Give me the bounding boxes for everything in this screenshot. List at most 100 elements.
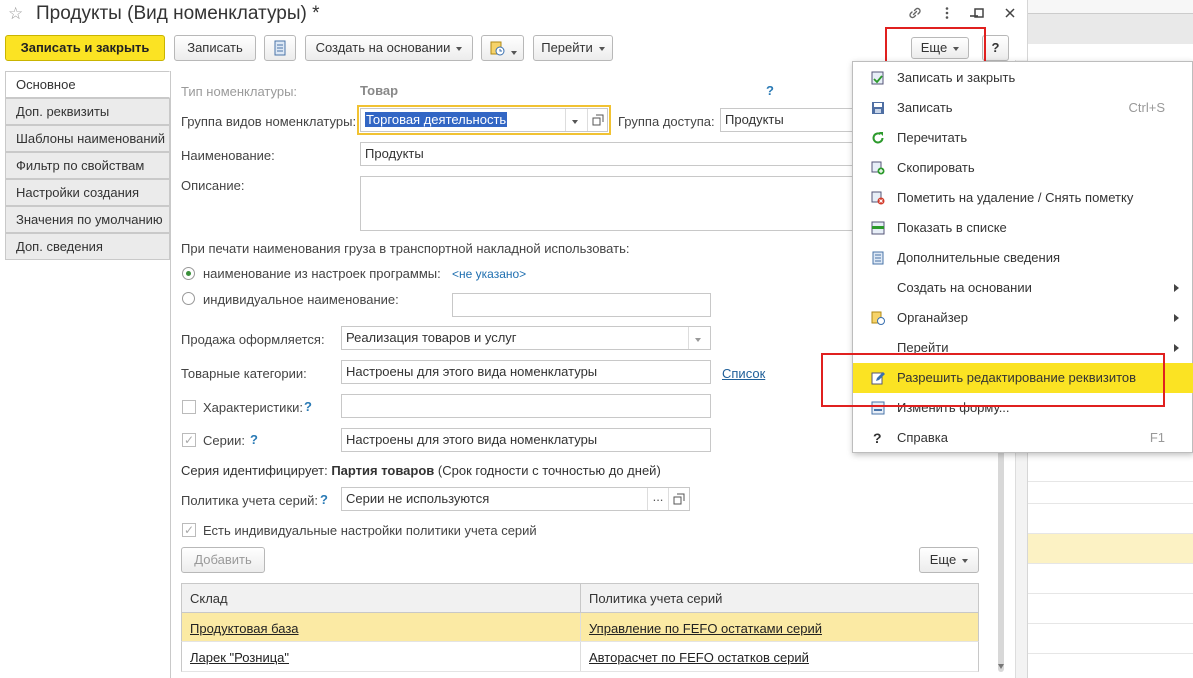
create-based-on-button[interactable]: Создать на основании (305, 35, 473, 61)
menu-item-mark-delete[interactable]: Пометить на удаление / Снять пометку (853, 183, 1193, 213)
help-button[interactable]: ? (982, 35, 1009, 61)
nav-item-additional-attributes[interactable]: Доп. реквизиты (5, 98, 170, 125)
sale-dropdown-button[interactable] (688, 327, 710, 349)
column-header-warehouse[interactable]: Склад (190, 591, 228, 606)
show-in-list-icon (871, 221, 885, 235)
radio-individual-name[interactable] (182, 292, 195, 305)
series-identifies-suffix: (Срок годности с точностью до дней) (437, 463, 661, 478)
delete-mark-icon (871, 191, 885, 205)
menu-item-show-in-list[interactable]: Показать в списке (853, 213, 1193, 243)
chevron-down-icon (510, 50, 517, 55)
description-field[interactable] (360, 176, 860, 231)
save-and-close-button[interactable]: Записать и закрыть (5, 35, 165, 61)
sale-field[interactable]: Реализация товаров и услуг (341, 326, 711, 350)
policy-select-button[interactable]: ... (647, 488, 668, 510)
menu-item-label: Справка (897, 430, 948, 445)
menu-item-label: Скопировать (897, 160, 975, 175)
table-row[interactable]: Ларек "Розница" Авторасчет по FEFO остат… (181, 642, 979, 672)
individual-settings-label: Есть индивидуальные настройки политики у… (203, 523, 537, 538)
individual-name-field[interactable] (452, 293, 711, 317)
menu-item-label: Записать (897, 100, 953, 115)
background-row (1028, 534, 1193, 564)
column-header-policy[interactable]: Политика учета серий (589, 591, 722, 606)
link-icon[interactable] (903, 2, 927, 24)
table-row[interactable]: Продуктовая база Управление по FEFO оста… (181, 613, 979, 642)
menu-item-organizer[interactable]: Органайзер (853, 303, 1193, 333)
highlight-box-allow-edit (821, 353, 1165, 407)
nav-item-name-templates[interactable]: Шаблоны наименований (5, 125, 170, 152)
create-based-on-label: Создать на основании (315, 40, 451, 55)
nav-item-additional-info[interactable]: Доп. сведения (5, 233, 170, 260)
menu-item-label: Органайзер (897, 310, 968, 325)
close-icon[interactable] (998, 2, 1022, 24)
categories-list-link[interactable]: Список (722, 366, 765, 381)
table-more-label: Еще (929, 552, 957, 567)
table-header: Склад Политика учета серий (181, 583, 979, 613)
table-cell-warehouse[interactable]: Продуктовая база (190, 621, 299, 636)
chevron-down-icon (572, 120, 578, 125)
table-cell-policy[interactable]: Управление по FEFO остатками серий (589, 621, 822, 636)
document-list-icon (274, 40, 286, 56)
chevron-down-icon (962, 558, 969, 563)
nav-item-main[interactable]: Основное (5, 71, 170, 98)
policy-open-button[interactable] (668, 488, 689, 510)
table-cell-warehouse[interactable]: Ларек "Розница" (190, 650, 289, 665)
categories-field: Настроены для этого вида номенклатуры (341, 360, 711, 384)
background-row (1028, 624, 1193, 654)
menu-item-copy[interactable]: Скопировать (853, 153, 1193, 183)
menu-item-shortcut: Ctrl+S (1128, 100, 1165, 115)
name-field[interactable]: Продукты (360, 142, 860, 166)
individual-settings-checkbox[interactable]: ✓ (182, 523, 196, 537)
chevron-right-icon (1174, 314, 1179, 322)
save-close-icon (871, 71, 884, 85)
menu-item-create-based-on[interactable]: Создать на основании (853, 273, 1193, 303)
series-help-icon[interactable]: ? (250, 432, 258, 447)
help-icon: ? (873, 430, 882, 446)
nav-item-creation-settings[interactable]: Настройки создания (5, 179, 170, 206)
table-cell-policy[interactable]: Авторасчет по FEFO остатков серий (589, 650, 809, 665)
policy-field[interactable]: Серии не используются (341, 487, 690, 511)
access-field[interactable]: Продукты (720, 108, 860, 132)
nav-item-property-filter[interactable]: Фильтр по свойствам (5, 152, 170, 179)
table-more-button[interactable]: Еще (919, 547, 979, 573)
menu-item-save-close[interactable]: Записать и закрыть (853, 63, 1193, 93)
series-identifies: Серия идентифицирует: Партия товаров (Ср… (181, 463, 661, 478)
maximize-icon[interactable] (967, 2, 991, 24)
nav-divider (170, 71, 171, 678)
sale-label: Продажа оформляется: (181, 332, 325, 347)
background-row (1028, 564, 1193, 594)
not-specified-link[interactable]: <не указано> (452, 267, 526, 281)
characteristics-field[interactable] (341, 394, 711, 418)
menu-item-additional-info[interactable]: Дополнительные сведения (853, 243, 1193, 273)
menu-item-save[interactable]: Записать Ctrl+S (853, 93, 1193, 123)
group-open-button[interactable] (587, 109, 607, 131)
organizer-button[interactable] (481, 35, 524, 61)
document-list-button[interactable] (264, 35, 296, 61)
series-checkbox[interactable]: ✓ (182, 433, 196, 447)
type-help-icon[interactable]: ? (766, 83, 774, 98)
policy-help-icon[interactable]: ? (320, 492, 328, 507)
nav-item-default-values[interactable]: Значения по умолчанию (5, 206, 170, 233)
background-window-header (1028, 14, 1193, 44)
menu-item-help[interactable]: ? Справка F1 (853, 423, 1193, 453)
characteristics-help-icon[interactable]: ? (304, 399, 312, 414)
radio-program-name-label: наименование из настроек программы: (203, 266, 441, 281)
add-button[interactable]: Добавить (181, 547, 265, 573)
chevron-down-icon (456, 46, 463, 51)
menu-item-label: Перечитать (897, 130, 968, 145)
menu-item-reread[interactable]: Перечитать (853, 123, 1193, 153)
save-button[interactable]: Записать (174, 35, 256, 61)
menu-item-label: Создать на основании (897, 280, 1032, 295)
scroll-down-icon[interactable] (998, 664, 1004, 669)
favorite-star-icon[interactable]: ☆ (8, 4, 23, 24)
characteristics-checkbox[interactable] (182, 400, 196, 414)
goto-label: Перейти (541, 40, 593, 55)
chevron-right-icon (1174, 344, 1179, 352)
series-field: Настроены для этого вида номенклатуры (341, 428, 711, 452)
name-label: Наименование: (181, 148, 275, 163)
radio-program-name[interactable] (182, 267, 195, 280)
group-dropdown-button[interactable] (565, 109, 587, 131)
more-vert-icon[interactable] (935, 2, 959, 24)
goto-button[interactable]: Перейти (533, 35, 613, 61)
series-identifies-value: Партия товаров (331, 463, 435, 478)
